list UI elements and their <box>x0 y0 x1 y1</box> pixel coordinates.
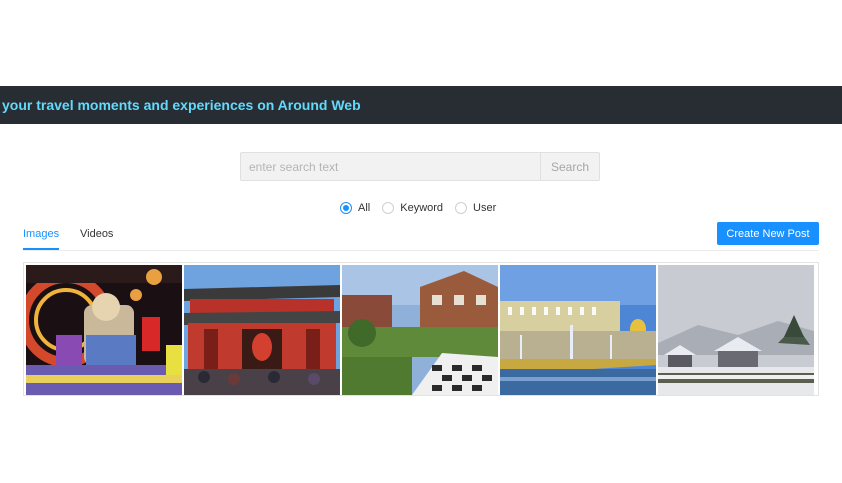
media-tabs: Images Videos Create New Post <box>23 222 819 251</box>
chessboard-lawn-photo-icon <box>342 265 498 395</box>
lantern-festival-photo-icon <box>26 265 182 395</box>
tab-images[interactable]: Images <box>23 228 60 250</box>
radio-all-label: All <box>358 202 371 214</box>
radio-all[interactable]: All <box>340 202 370 214</box>
gallery-image[interactable] <box>500 265 656 395</box>
radio-keyword-label: Keyword <box>400 202 444 214</box>
search-input[interactable] <box>240 152 540 181</box>
radio-user-circle[interactable] <box>455 202 468 214</box>
create-new-post-button[interactable]: Create New Post <box>717 222 819 245</box>
gallery-image[interactable] <box>658 265 814 395</box>
palace-fountain-photo-icon <box>500 265 656 395</box>
header-title: your travel moments and experiences on A… <box>2 97 361 113</box>
gallery-image[interactable] <box>184 265 340 395</box>
search-button[interactable]: Search <box>540 152 600 181</box>
top-spacer <box>0 0 842 86</box>
search-bar: Search <box>240 152 600 181</box>
app-header: your travel moments and experiences on A… <box>0 86 842 124</box>
tab-videos[interactable]: Videos <box>80 228 113 248</box>
radio-user[interactable]: User <box>455 202 496 214</box>
search-type-radio-group: All Keyword User <box>340 202 508 214</box>
radio-keyword[interactable]: Keyword <box>382 202 443 214</box>
radio-keyword-circle[interactable] <box>382 202 395 214</box>
gallery-image[interactable] <box>26 265 182 395</box>
radio-user-label: User <box>473 202 497 214</box>
radio-all-circle[interactable] <box>340 202 352 214</box>
snowy-village-photo-icon <box>658 265 814 395</box>
image-gallery <box>23 262 819 396</box>
temple-gate-photo-icon <box>184 265 340 395</box>
gallery-image[interactable] <box>342 265 498 395</box>
